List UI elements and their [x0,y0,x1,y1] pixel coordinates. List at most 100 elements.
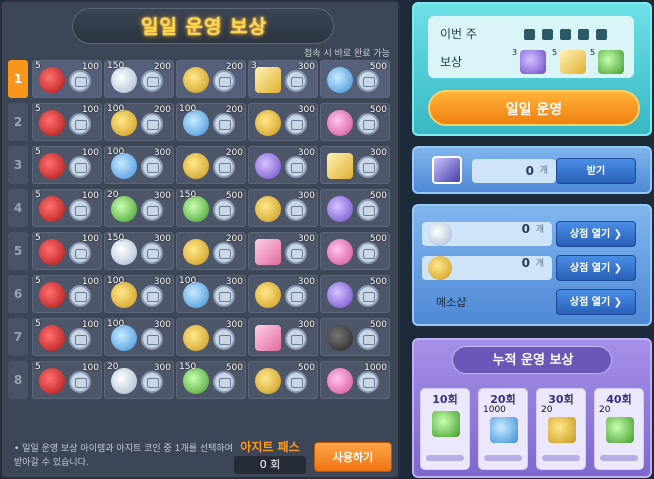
coin-icon [285,70,307,92]
gold-item-icon [255,110,281,136]
day-check-1 [524,29,535,40]
reward-cell[interactable]: 100 300 [104,318,174,356]
reward-cell[interactable]: 150 300 [104,232,174,270]
reward-cell[interactable]: 300 [248,189,318,227]
coin-icon [69,371,91,393]
reward-cell[interactable]: 300 [248,232,318,270]
reward-cell[interactable]: 100 200 [104,103,174,141]
purple-item-icon [327,196,353,222]
reward-cell[interactable]: 300 [176,318,246,356]
reward-cell[interactable]: 300 [248,146,318,184]
coin-icon [285,199,307,221]
gold-item-icon [183,239,209,265]
item-quantity: 20 [107,190,119,200]
reward-cell[interactable]: 5 100 [32,60,102,98]
reward-cell[interactable]: 100 300 [104,146,174,184]
use-button[interactable]: 사용하기 [314,442,392,472]
reward-cell[interactable]: 500 [320,103,390,141]
reward-cell[interactable]: 300 [248,318,318,356]
reward-cell[interactable]: 1000 [320,361,390,399]
coin-icon [357,285,379,307]
reward-cell[interactable]: 5 100 [32,361,102,399]
reward-cell[interactable]: 20 300 [104,361,174,399]
page-title: 일일 운영 보상 [140,16,268,38]
coin-icon [213,371,235,393]
day-check-4 [578,29,589,40]
reward-cell[interactable]: 300 [248,103,318,141]
ticket-item-icon [255,67,281,93]
reward-cell[interactable]: 200 [176,232,246,270]
reward-cell[interactable]: 20 300 [104,189,174,227]
pink-item-icon [327,368,353,394]
row-number: 3 [8,146,28,184]
reward-cell[interactable]: 5 100 [32,189,102,227]
reward-cell[interactable]: 100 300 [176,275,246,313]
cumulative-panel: 누적 운영 보상 10회 20회 1000 30회 20 40회 20 [412,338,652,478]
reward-cell[interactable]: 500 [320,60,390,98]
reward-cell[interactable]: 5 100 [32,146,102,184]
gold-shop-button[interactable]: 상점 열기 ❯ [556,255,636,281]
reward-cell[interactable]: 300 [320,146,390,184]
coin-icon [69,70,91,92]
receive-button[interactable]: 받기 [556,158,636,184]
reward-cell[interactable]: 500 [320,318,390,356]
reward-cell[interactable]: 200 [176,60,246,98]
subtitle: 접속 시 바로 완료 가능 [304,49,390,59]
reward-row: 1 5 100 150 200 200 3 300 500 [8,60,396,98]
coin-icon [141,199,163,221]
coin-value: 100 [81,234,99,244]
reward-cell[interactable]: 500 [320,232,390,270]
coin-value: 200 [225,62,243,72]
red-item-icon [39,153,65,179]
coin-value: 500 [369,191,387,201]
title-bar: 일일 운영 보상 [72,8,334,44]
item-quantity: 5 [35,319,41,329]
coin-value: 300 [153,148,171,158]
milestone-40[interactable]: 40회 20 [594,388,644,470]
reward-cell[interactable]: 500 [320,189,390,227]
reward-cell[interactable]: 100 300 [104,275,174,313]
reward-cell[interactable]: 300 [248,275,318,313]
coin-icon [357,156,379,178]
daily-operation-button[interactable]: 일일 운영 [428,90,640,126]
gold-item-icon [183,153,209,179]
reward-cell[interactable]: 500 [320,275,390,313]
reward-cell[interactable]: 150 500 [176,361,246,399]
row-number: 1 [8,60,28,98]
coin-value: 300 [297,277,315,287]
coin-value: 500 [297,363,315,373]
reward-cell[interactable]: 5 100 [32,275,102,313]
purple-item-icon [327,282,353,308]
shop-panel: 0 개 상점 열기 ❯ 0 개 상점 열기 ❯ 메소샵 상점 열기 ❯ [412,204,652,326]
reward-cell[interactable]: 200 [176,146,246,184]
reward-cell[interactable]: 500 [248,361,318,399]
reward-cell[interactable]: 5 100 [32,318,102,356]
item-quantity: 5 [35,362,41,372]
milestone-30[interactable]: 30회 20 [536,388,586,470]
coin-value: 500 [369,105,387,115]
reward-cell[interactable]: 100 200 [176,103,246,141]
claim-panel: 0 개 받기 [412,146,652,194]
coin-icon [357,113,379,135]
coin-icon [213,285,235,307]
milestone-20[interactable]: 20회 1000 [478,388,528,470]
reward-row: 보상 3 5 5 [428,48,634,76]
reward-cell[interactable]: 150 200 [104,60,174,98]
gold-coin-count: 0 [521,256,530,270]
coin-value: 300 [297,62,315,72]
silver-coin-count: 0 [521,222,530,236]
ticket-item-icon [327,153,353,179]
reward-cell[interactable]: 5 100 [32,103,102,141]
reward-cell[interactable]: 5 100 [32,232,102,270]
coin-icon [69,199,91,221]
coin-icon [141,285,163,307]
silver-shop-button[interactable]: 상점 열기 ❯ [556,221,636,247]
reward-cell[interactable]: 3 300 [248,60,318,98]
red-item-icon [39,282,65,308]
reward-cell[interactable]: 150 500 [176,189,246,227]
meso-shop-button[interactable]: 상점 열기 ❯ [556,289,636,315]
milestone-10[interactable]: 10회 [420,388,470,470]
item-quantity: 5 [35,190,41,200]
card-item-icon [255,239,281,265]
coin-value: 500 [225,363,243,373]
